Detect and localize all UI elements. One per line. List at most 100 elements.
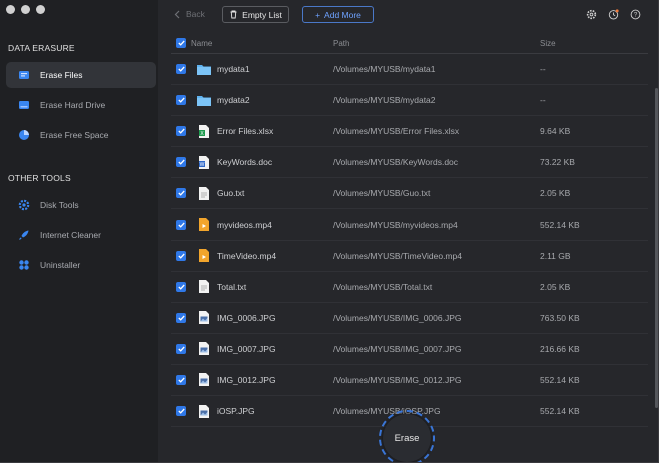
file-path: /Volumes/MYUSB/IMG_0006.JPG — [333, 312, 462, 323]
folder-icon — [191, 63, 217, 76]
file-path: /Volumes/MYUSB/TimeVideo.mp4 — [333, 250, 462, 261]
table-row[interactable]: Total.txt/Volumes/MYUSB/Total.txt 2.05 KB — [171, 272, 648, 303]
scrollbar[interactable] — [655, 88, 658, 408]
help-icon[interactable]: ? — [630, 9, 641, 20]
file-name: Error Files.xlsx — [217, 126, 274, 137]
history-clock-icon[interactable] — [608, 9, 619, 20]
row-checkbox[interactable] — [176, 219, 186, 230]
column-header-path[interactable]: Path — [333, 39, 540, 48]
row-checkbox[interactable] — [176, 250, 186, 261]
file-name: mydata1 — [217, 64, 250, 75]
erase-label: Erase — [394, 432, 420, 444]
main-panel: Back Empty List + Add More ? Name Path S… — [158, 0, 658, 462]
minimize-window-button[interactable] — [21, 5, 30, 14]
table-row[interactable]: Guo.txt/Volumes/MYUSB/Guo.txt 2.05 KB — [171, 178, 648, 210]
excel-file-icon: X — [191, 124, 217, 139]
sidebar-item-erase-files[interactable]: Erase Files — [6, 62, 156, 88]
file-name: myvideos.mp4 — [217, 219, 272, 230]
checkmark-icon — [177, 159, 185, 166]
select-all-checkbox[interactable] — [176, 38, 186, 48]
sidebar-item-disk-tools[interactable]: Disk Tools — [6, 192, 156, 218]
file-size: -- — [540, 95, 546, 106]
row-checkbox[interactable] — [176, 374, 186, 385]
file-path: /Volumes/MYUSB/IMG_0007.JPG — [333, 343, 462, 354]
file-path: /Volumes/MYUSB/Guo.txt — [333, 188, 431, 199]
column-header-name[interactable]: Name — [191, 39, 333, 48]
text-file-icon — [191, 186, 217, 201]
file-name: TimeVideo.mp4 — [217, 250, 277, 261]
empty-list-button[interactable]: Empty List — [222, 6, 289, 23]
sidebar-item-uninstaller[interactable]: Uninstaller — [6, 252, 156, 278]
erase-button[interactable]: Erase — [383, 414, 431, 462]
file-size: 552.14 KB — [540, 374, 580, 385]
zoom-window-button[interactable] — [36, 5, 45, 14]
file-path: /Volumes/MYUSB/Total.txt — [333, 281, 433, 292]
row-checkbox[interactable] — [176, 343, 186, 354]
sidebar-item-label: Erase Files — [40, 70, 83, 80]
close-window-button[interactable] — [6, 5, 15, 14]
sidebar-item-internet-cleaner[interactable]: Internet Cleaner — [6, 222, 156, 248]
checkmark-icon — [177, 222, 185, 228]
file-name: Total.txt — [217, 281, 247, 292]
image-file-icon — [191, 341, 217, 356]
table-row[interactable]: IMG_0006.JPG/Volumes/MYUSB/IMG_0006.JPG 7… — [171, 303, 648, 334]
word-file-icon: W — [191, 155, 217, 170]
settings-gear-icon[interactable] — [586, 9, 597, 20]
text-file-icon — [191, 279, 217, 294]
add-more-button[interactable]: + Add More — [302, 6, 374, 23]
rocket-icon — [18, 229, 30, 241]
table-row[interactable]: mydata2/Volumes/MYUSB/mydata2 -- — [171, 85, 648, 117]
plus-icon: + — [315, 9, 321, 20]
table-row[interactable]: X Error Files.xlsx/Volumes/MYUSB/Error Fi… — [171, 116, 648, 148]
image-file-icon — [191, 404, 217, 419]
file-name: Guo.txt — [217, 188, 245, 199]
sidebar-item-erase-free-space[interactable]: Erase Free Space — [6, 122, 156, 148]
checkmark-icon — [177, 128, 185, 134]
row-checkbox[interactable] — [176, 95, 186, 106]
section-title-data-erasure: DATA ERASURE — [8, 43, 75, 53]
row-checkbox[interactable] — [176, 406, 186, 417]
file-size: 2.05 KB — [540, 188, 571, 199]
video-file-icon — [191, 217, 217, 232]
checkmark-icon — [177, 253, 185, 259]
file-size: 552.14 KB — [540, 406, 580, 417]
file-path: /Volumes/MYUSB/myvideos.mp4 — [333, 219, 458, 230]
svg-text:W: W — [200, 162, 205, 168]
file-path: /Volumes/MYUSB/IMG_0012.JPG — [333, 374, 462, 385]
row-checkbox[interactable] — [176, 126, 186, 137]
table-row[interactable]: IMG_0007.JPG/Volumes/MYUSB/IMG_0007.JPG 2… — [171, 334, 648, 365]
file-name: IMG_0012.JPG — [217, 374, 276, 385]
file-size: 2.11 GB — [540, 250, 571, 261]
row-checkbox[interactable] — [176, 188, 186, 199]
row-checkbox[interactable] — [176, 157, 186, 168]
back-label: Back — [186, 9, 205, 19]
checkmark-icon — [177, 377, 185, 383]
table-row[interactable]: IMG_0012.JPG/Volumes/MYUSB/IMG_0012.JPG 5… — [171, 365, 648, 397]
trash-icon — [230, 10, 237, 19]
table-row[interactable]: myvideos.mp4/Volumes/MYUSB/myvideos.mp4 5… — [171, 209, 648, 241]
file-name: IMG_0006.JPG — [217, 312, 276, 323]
table-row[interactable]: mydata1/Volumes/MYUSB/mydata1 -- — [171, 54, 648, 86]
sidebar-item-label: Disk Tools — [40, 200, 79, 210]
file-size: 552.14 KB — [540, 219, 580, 230]
apps-grid-icon — [18, 259, 30, 271]
file-size: -- — [540, 64, 546, 75]
file-path: /Volumes/MYUSB/KeyWords.doc — [333, 157, 459, 168]
column-header-size[interactable]: Size — [540, 39, 640, 48]
chevron-left-icon — [174, 10, 180, 18]
video-file-icon — [191, 248, 217, 263]
app-window: DATA ERASURE Erase Files Erase Hard Driv… — [0, 0, 659, 463]
table-header: Name Path Size — [171, 33, 648, 54]
row-checkbox[interactable] — [176, 64, 186, 75]
table-row[interactable]: W KeyWords.doc/Volumes/MYUSB/KeyWords.doc… — [171, 147, 648, 179]
table-body: mydata1/Volumes/MYUSB/mydata1 -- mydata2/V… — [171, 54, 648, 428]
folder-icon — [191, 94, 217, 107]
file-size: 73.22 KB — [540, 157, 575, 168]
file-path: /Volumes/MYUSB/iOSP.JPG — [333, 406, 441, 417]
row-checkbox[interactable] — [176, 281, 186, 292]
file-size: 9.64 KB — [540, 126, 571, 137]
row-checkbox[interactable] — [176, 312, 186, 323]
back-button[interactable]: Back — [174, 9, 205, 19]
sidebar-item-erase-hard-drive[interactable]: Erase Hard Drive — [6, 92, 156, 118]
table-row[interactable]: TimeVideo.mp4/Volumes/MYUSB/TimeVideo.mp… — [171, 241, 648, 272]
